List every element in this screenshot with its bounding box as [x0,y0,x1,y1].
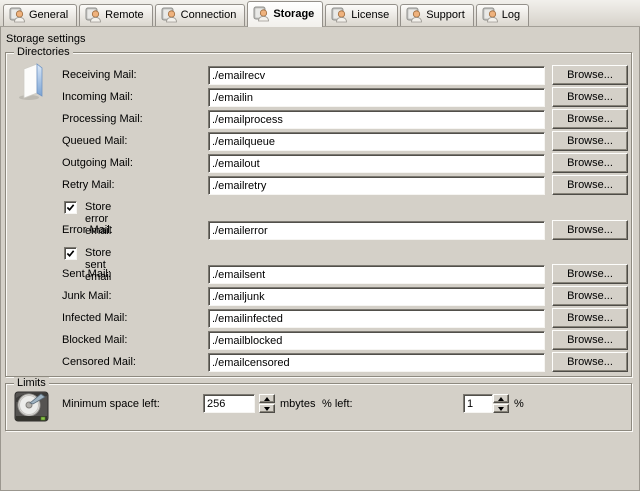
processing-mail-row: Processing Mail: Browse... [6,110,631,132]
outgoing-mail-row: Outgoing Mail: Browse... [6,154,631,176]
spin-down-button[interactable] [259,404,275,413]
tab-label: Support [426,9,465,21]
user-icon [85,7,101,23]
sent-mail-row: Sent Mail: Browse... [6,265,631,287]
user-icon [253,6,269,22]
processing-mail-browse-button[interactable]: Browse... [552,109,628,129]
sent-mail-browse-button[interactable]: Browse... [552,264,628,284]
directories-group: Directories Receiving Mail: Browse... In… [5,52,632,377]
queued-mail-label: Queued Mail: [62,135,127,147]
arrow-down-icon [498,407,504,411]
user-icon [331,7,347,23]
censored-mail-input[interactable] [208,353,545,372]
infected-mail-label: Infected Mail: [62,312,127,324]
user-icon [406,7,422,23]
processing-mail-input[interactable] [208,110,545,129]
receiving-mail-browse-button[interactable]: Browse... [552,65,628,85]
percent-left-spinner[interactable] [493,394,509,413]
sent-mail-input[interactable] [208,265,545,284]
min-space-label: Minimum space left: [62,398,160,410]
outgoing-mail-input[interactable] [208,154,545,173]
error-mail-row: Error Mail: Browse... [6,221,631,243]
min-space-spinner[interactable] [259,394,275,413]
tab-support[interactable]: Support [400,4,474,26]
incoming-mail-input[interactable] [208,88,545,107]
tab-label: License [351,9,389,21]
tab-connection[interactable]: Connection [155,4,246,26]
blocked-mail-label: Blocked Mail: [62,334,127,346]
tab-general[interactable]: General [3,4,77,26]
blocked-mail-input[interactable] [208,331,545,350]
min-space-input[interactable] [203,394,255,413]
receiving-mail-row: Receiving Mail: Browse... [6,66,631,88]
store-sent-email-checkbox[interactable] [64,247,77,260]
tab-label: Storage [273,8,314,20]
percent-left-label: % left: [322,398,353,410]
outgoing-mail-browse-button[interactable]: Browse... [552,153,628,173]
outgoing-mail-label: Outgoing Mail: [62,157,133,169]
receiving-mail-input[interactable] [208,66,545,85]
incoming-mail-label: Incoming Mail: [62,91,133,103]
retry-mail-browse-button[interactable]: Browse... [552,175,628,195]
sent-mail-label: Sent Mail: [62,268,111,280]
tab-label: Log [502,9,520,21]
limits-group-title: Limits [14,377,49,390]
error-mail-browse-button[interactable]: Browse... [552,220,628,240]
spin-up-button[interactable] [493,394,509,403]
censored-mail-row: Censored Mail: Browse... [6,353,631,375]
incoming-mail-row: Incoming Mail: Browse... [6,88,631,110]
hard-disk-icon [14,390,50,424]
storage-settings-window: General Remote Connection Storage Licens… [0,0,640,491]
receiving-mail-label: Receiving Mail: [62,69,137,81]
tab-label: Remote [105,9,144,21]
percent-left-input[interactable] [463,394,493,413]
tab-label: General [29,9,68,21]
user-icon [161,7,177,23]
queued-mail-row: Queued Mail: Browse... [6,132,631,154]
tab-remote[interactable]: Remote [79,4,153,26]
junk-mail-input[interactable] [208,287,545,306]
spin-up-button[interactable] [259,394,275,403]
limits-group: Limits Minimum space left: mbytes % left… [5,383,632,431]
blocked-mail-browse-button[interactable]: Browse... [552,330,628,350]
incoming-mail-browse-button[interactable]: Browse... [552,87,628,107]
min-space-unit: mbytes [280,398,315,410]
retry-mail-label: Retry Mail: [62,179,115,191]
directories-group-title: Directories [14,46,73,59]
infected-mail-browse-button[interactable]: Browse... [552,308,628,328]
check-icon [66,249,75,258]
blocked-mail-row: Blocked Mail: Browse... [6,331,631,353]
tab-bar: General Remote Connection Storage Licens… [0,0,640,27]
check-icon [66,203,75,212]
junk-mail-row: Junk Mail: Browse... [6,287,631,309]
junk-mail-label: Junk Mail: [62,290,112,302]
tab-storage[interactable]: Storage [247,1,323,27]
error-mail-input[interactable] [208,221,545,240]
tab-log[interactable]: Log [476,4,529,26]
retry-mail-input[interactable] [208,176,545,195]
user-icon [482,7,498,23]
error-mail-label: Error Mail: [62,224,113,236]
processing-mail-label: Processing Mail: [62,113,143,125]
arrow-down-icon [264,407,270,411]
tab-label: Connection [181,9,237,21]
store-error-email-checkbox[interactable] [64,201,77,214]
censored-mail-browse-button[interactable]: Browse... [552,352,628,372]
user-icon [9,7,25,23]
arrow-up-icon [498,397,504,401]
censored-mail-label: Censored Mail: [62,356,136,368]
spin-down-button[interactable] [493,404,509,413]
tab-license[interactable]: License [325,4,398,26]
retry-mail-row: Retry Mail: Browse... [6,176,631,198]
infected-mail-input[interactable] [208,309,545,328]
junk-mail-browse-button[interactable]: Browse... [552,286,628,306]
page-title: Storage settings [6,33,86,45]
percent-left-unit: % [514,398,524,410]
arrow-up-icon [264,397,270,401]
infected-mail-row: Infected Mail: Browse... [6,309,631,331]
queued-mail-input[interactable] [208,132,545,151]
queued-mail-browse-button[interactable]: Browse... [552,131,628,151]
